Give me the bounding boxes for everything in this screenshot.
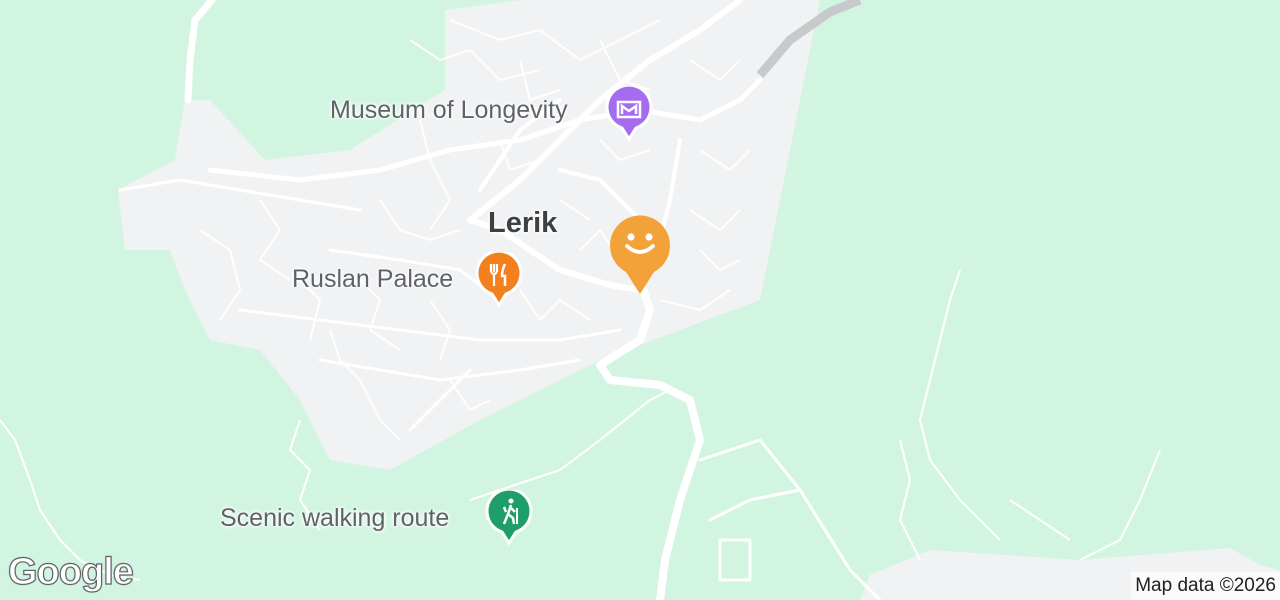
poi-label-walking-route[interactable]: Scenic walking route	[220, 504, 449, 533]
poi-pin-restaurant[interactable]	[474, 249, 524, 312]
poi-label-restaurant[interactable]: Ruslan Palace	[292, 265, 453, 294]
poi-label-museum[interactable]: Museum of Longevity	[330, 96, 568, 125]
google-logo: Google	[7, 550, 134, 593]
restaurant-icon	[475, 249, 523, 308]
smiley-icon	[610, 215, 670, 294]
location-marker[interactable]	[606, 212, 674, 302]
poi-pin-museum[interactable]	[604, 83, 654, 146]
museum-icon	[605, 83, 653, 142]
city-label: Lerik	[488, 207, 558, 239]
hiking-icon	[485, 487, 533, 546]
map-attribution[interactable]: Map data ©2026	[1131, 572, 1280, 600]
poi-pin-walking-route[interactable]	[484, 487, 534, 550]
map-canvas[interactable]: Lerik Museum of Longevity Ruslan Palace …	[0, 0, 1280, 600]
